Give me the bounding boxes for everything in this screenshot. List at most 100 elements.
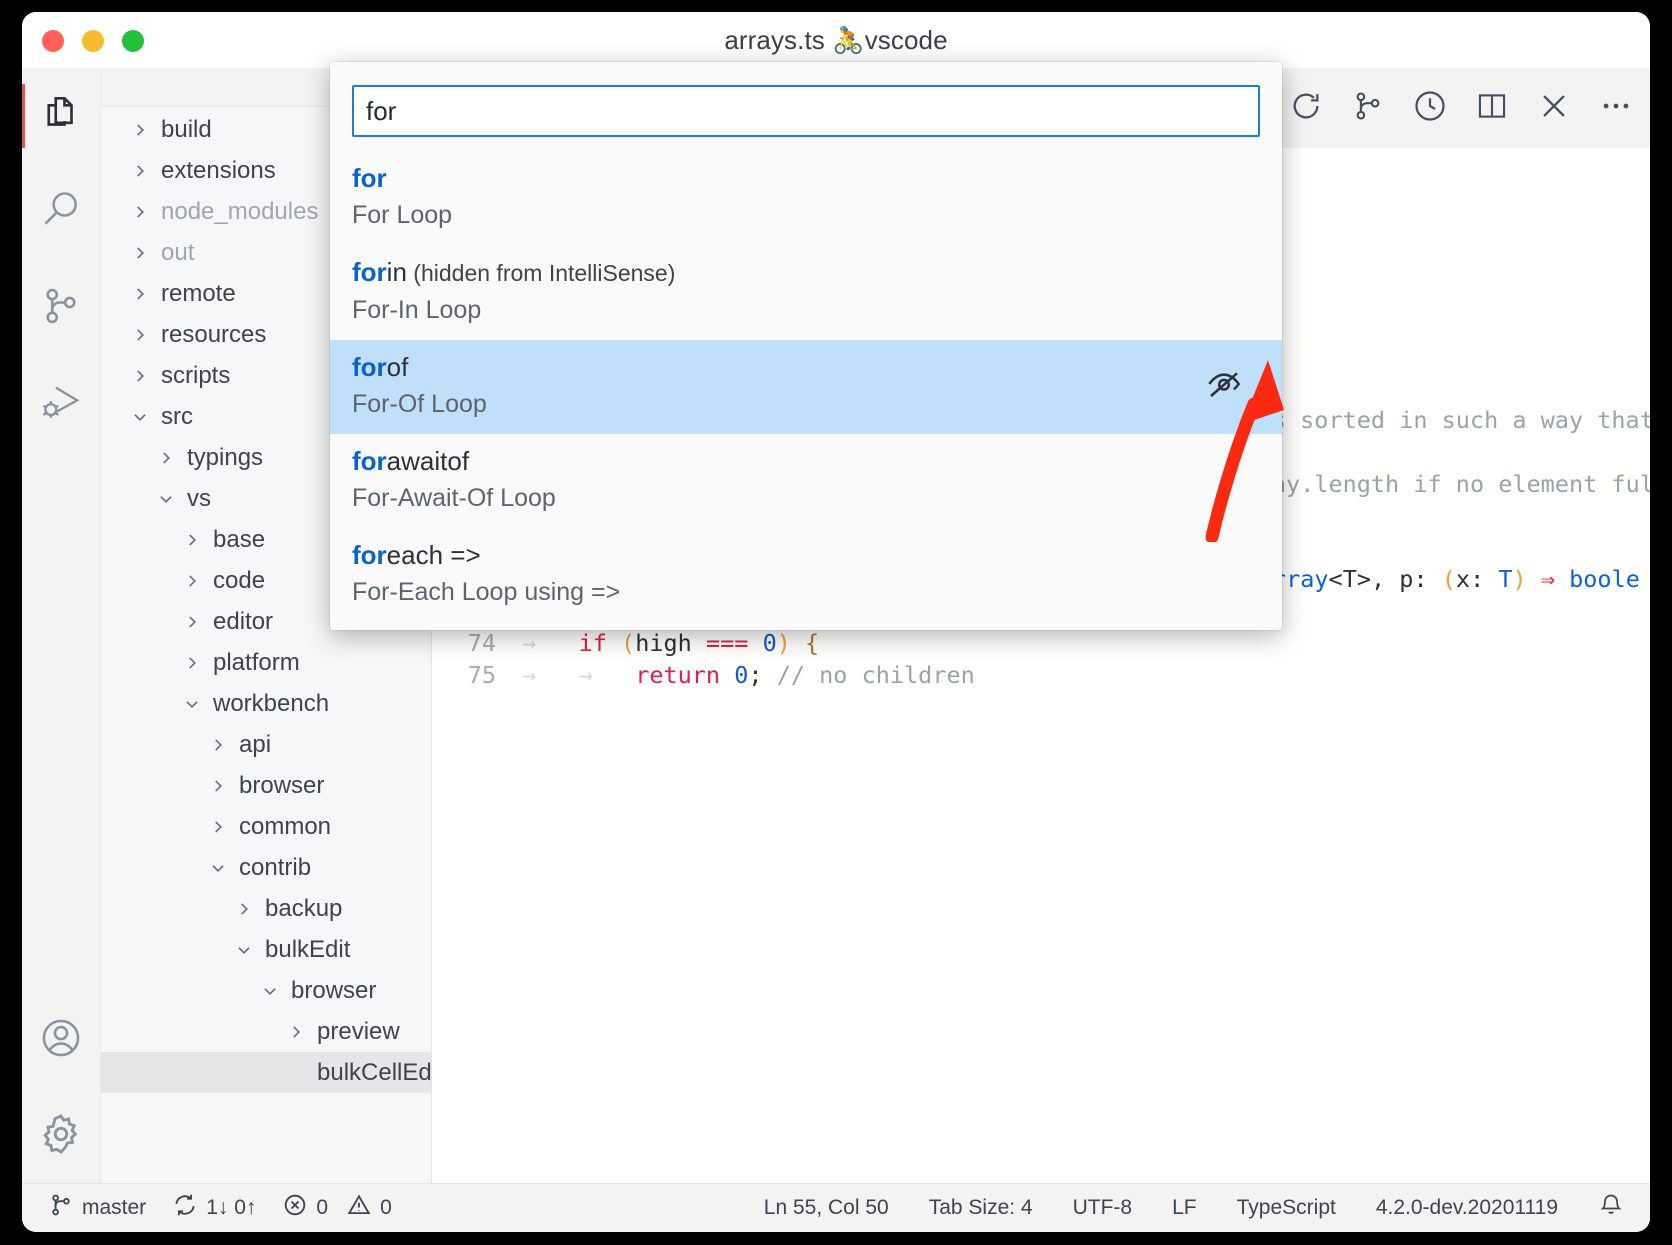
- gear-icon: [38, 1111, 84, 1162]
- quick-pick-rest: of: [387, 352, 409, 382]
- close-editor-button[interactable]: [1534, 88, 1574, 128]
- status-tab-size[interactable]: Tab Size: 4: [929, 1196, 1033, 1220]
- status-warning-count: 0: [380, 1196, 392, 1220]
- files-icon: [40, 93, 82, 140]
- source-control-compare-button[interactable]: [1348, 88, 1388, 128]
- refresh-icon: [1289, 89, 1323, 128]
- source-control-branch-icon: [48, 1192, 74, 1224]
- quick-pick-item[interactable]: forofFor-Of Loop: [330, 340, 1282, 434]
- quick-pick-widget: for For Loop forin (hidden from IntelliSen…: [330, 62, 1282, 630]
- tree-item-bulkcelledit[interactable]: bulkCellEdit…: [101, 1052, 431, 1093]
- chevron-right-icon: [127, 244, 153, 262]
- quick-pick-item-description: For-In Loop: [352, 292, 1260, 328]
- tree-item-label: src: [153, 403, 193, 431]
- more-actions-button[interactable]: [1596, 88, 1636, 128]
- code-token: [607, 627, 621, 659]
- tree-item-label: build: [153, 116, 212, 144]
- chevron-right-icon: [179, 531, 205, 549]
- chevron-right-icon: [153, 449, 179, 467]
- status-sync[interactable]: 1↓ 0↑: [172, 1192, 256, 1224]
- timeline-button[interactable]: [1410, 88, 1450, 128]
- chevron-down-icon: [231, 941, 257, 959]
- activity-bar-item-manage[interactable]: [22, 1088, 100, 1184]
- quick-pick-item[interactable]: foreach =>For-Each Loop using =>: [330, 528, 1282, 622]
- status-eol[interactable]: LF: [1172, 1196, 1197, 1220]
- quick-pick-match: for: [352, 540, 387, 570]
- run-debug-icon: [39, 380, 83, 429]
- quick-pick-match: for: [352, 163, 387, 193]
- activity-bar-item-source-control[interactable]: [22, 260, 100, 356]
- quick-pick-item-description: For Loop: [352, 197, 1260, 233]
- chevron-right-icon: [205, 818, 231, 836]
- tree-item-label: bulkEdit: [257, 936, 350, 964]
- code-token: // no children: [777, 659, 975, 691]
- quick-pick-item[interactable]: forawaitofFor-Await-Of Loop: [330, 434, 1282, 528]
- ellipsis-icon: [1599, 89, 1633, 128]
- tree-item-browser[interactable]: browser: [101, 765, 431, 806]
- chevron-right-icon: [231, 900, 257, 918]
- tree-item-api[interactable]: api: [101, 724, 431, 765]
- quick-pick-input[interactable]: [352, 85, 1260, 137]
- eye-slash-icon[interactable]: [1204, 364, 1244, 409]
- code-token: :: [1470, 563, 1498, 595]
- tree-item-label: vs: [179, 485, 211, 513]
- chevron-right-icon: [283, 1023, 309, 1041]
- code-token: ;: [748, 659, 762, 691]
- tree-item-platform[interactable]: platform: [101, 642, 431, 683]
- code-token: return: [635, 659, 720, 691]
- status-branch[interactable]: master: [48, 1192, 146, 1224]
- tree-item-preview[interactable]: preview: [101, 1011, 431, 1052]
- status-problems[interactable]: 0 0: [282, 1192, 391, 1224]
- code-token: 0: [763, 627, 777, 659]
- split-editor-button[interactable]: [1472, 88, 1512, 128]
- chevron-right-icon: [179, 613, 205, 631]
- code-token: [748, 627, 762, 659]
- quick-pick-item-label: for: [352, 159, 1260, 197]
- quick-pick-item[interactable]: forin (hidden from IntelliSense)For-In L…: [330, 245, 1282, 340]
- tree-item-label: common: [231, 813, 331, 841]
- tree-item-label: typings: [179, 444, 263, 472]
- tree-item-backup[interactable]: backup: [101, 888, 431, 929]
- tree-item-label: out: [153, 239, 194, 267]
- activity-bar-item-accounts[interactable]: [22, 992, 100, 1088]
- tree-item-label: code: [205, 567, 265, 595]
- quick-pick-input-wrap: [330, 62, 1282, 151]
- status-version[interactable]: 4.2.0-dev.20201119: [1376, 1196, 1558, 1220]
- code-line[interactable]: 74→ if (high === 0) {: [432, 627, 1650, 659]
- quick-pick-match: for: [352, 446, 387, 476]
- tree-item-browser[interactable]: browser: [101, 970, 431, 1011]
- quick-pick-item[interactable]: for For Loop: [330, 151, 1282, 245]
- tab-indent-guide: →: [579, 659, 636, 691]
- chevron-right-icon: [179, 572, 205, 590]
- status-language-mode[interactable]: TypeScript: [1237, 1196, 1336, 1220]
- chevron-right-icon: [179, 654, 205, 672]
- compare-changes-icon: [1351, 89, 1385, 128]
- quick-pick-item-hint: (hidden from IntelliSense): [407, 260, 675, 286]
- tree-item-contrib[interactable]: contrib: [101, 847, 431, 888]
- tree-item-common[interactable]: common: [101, 806, 431, 847]
- status-cursor-position[interactable]: Ln 55, Col 50: [764, 1196, 889, 1220]
- code-token: 0: [734, 659, 748, 691]
- bell-icon[interactable]: [1598, 1192, 1624, 1224]
- tree-item-label: preview: [309, 1018, 400, 1046]
- activity-bar-bottom: [22, 992, 100, 1184]
- status-error-count: 0: [316, 1196, 328, 1220]
- close-icon: [1537, 89, 1571, 128]
- tree-item-workbench[interactable]: workbench: [101, 683, 431, 724]
- activity-bar-item-run-and-debug[interactable]: [22, 356, 100, 452]
- code-token: (: [1442, 563, 1456, 595]
- tree-item-label: browser: [283, 977, 376, 1005]
- tree-item-label: editor: [205, 608, 273, 636]
- tree-item-bulkedit[interactable]: bulkEdit: [101, 929, 431, 970]
- quick-pick-list[interactable]: for For Loop forin (hidden from IntelliSen…: [330, 151, 1282, 630]
- sync-icon: [172, 1192, 198, 1224]
- code-line[interactable]: 75→ → return 0; // no children: [432, 659, 1650, 691]
- tree-item-label: remote: [153, 280, 236, 308]
- activity-bar-item-explorer[interactable]: [22, 68, 100, 164]
- search-icon: [39, 188, 83, 237]
- status-bar-right: Ln 55, Col 50 Tab Size: 4 UTF-8 LF TypeS…: [764, 1192, 1650, 1224]
- activity-bar-item-search[interactable]: [22, 164, 100, 260]
- refresh-button[interactable]: [1286, 88, 1326, 128]
- chevron-right-icon: [127, 367, 153, 385]
- status-encoding[interactable]: UTF-8: [1073, 1196, 1133, 1220]
